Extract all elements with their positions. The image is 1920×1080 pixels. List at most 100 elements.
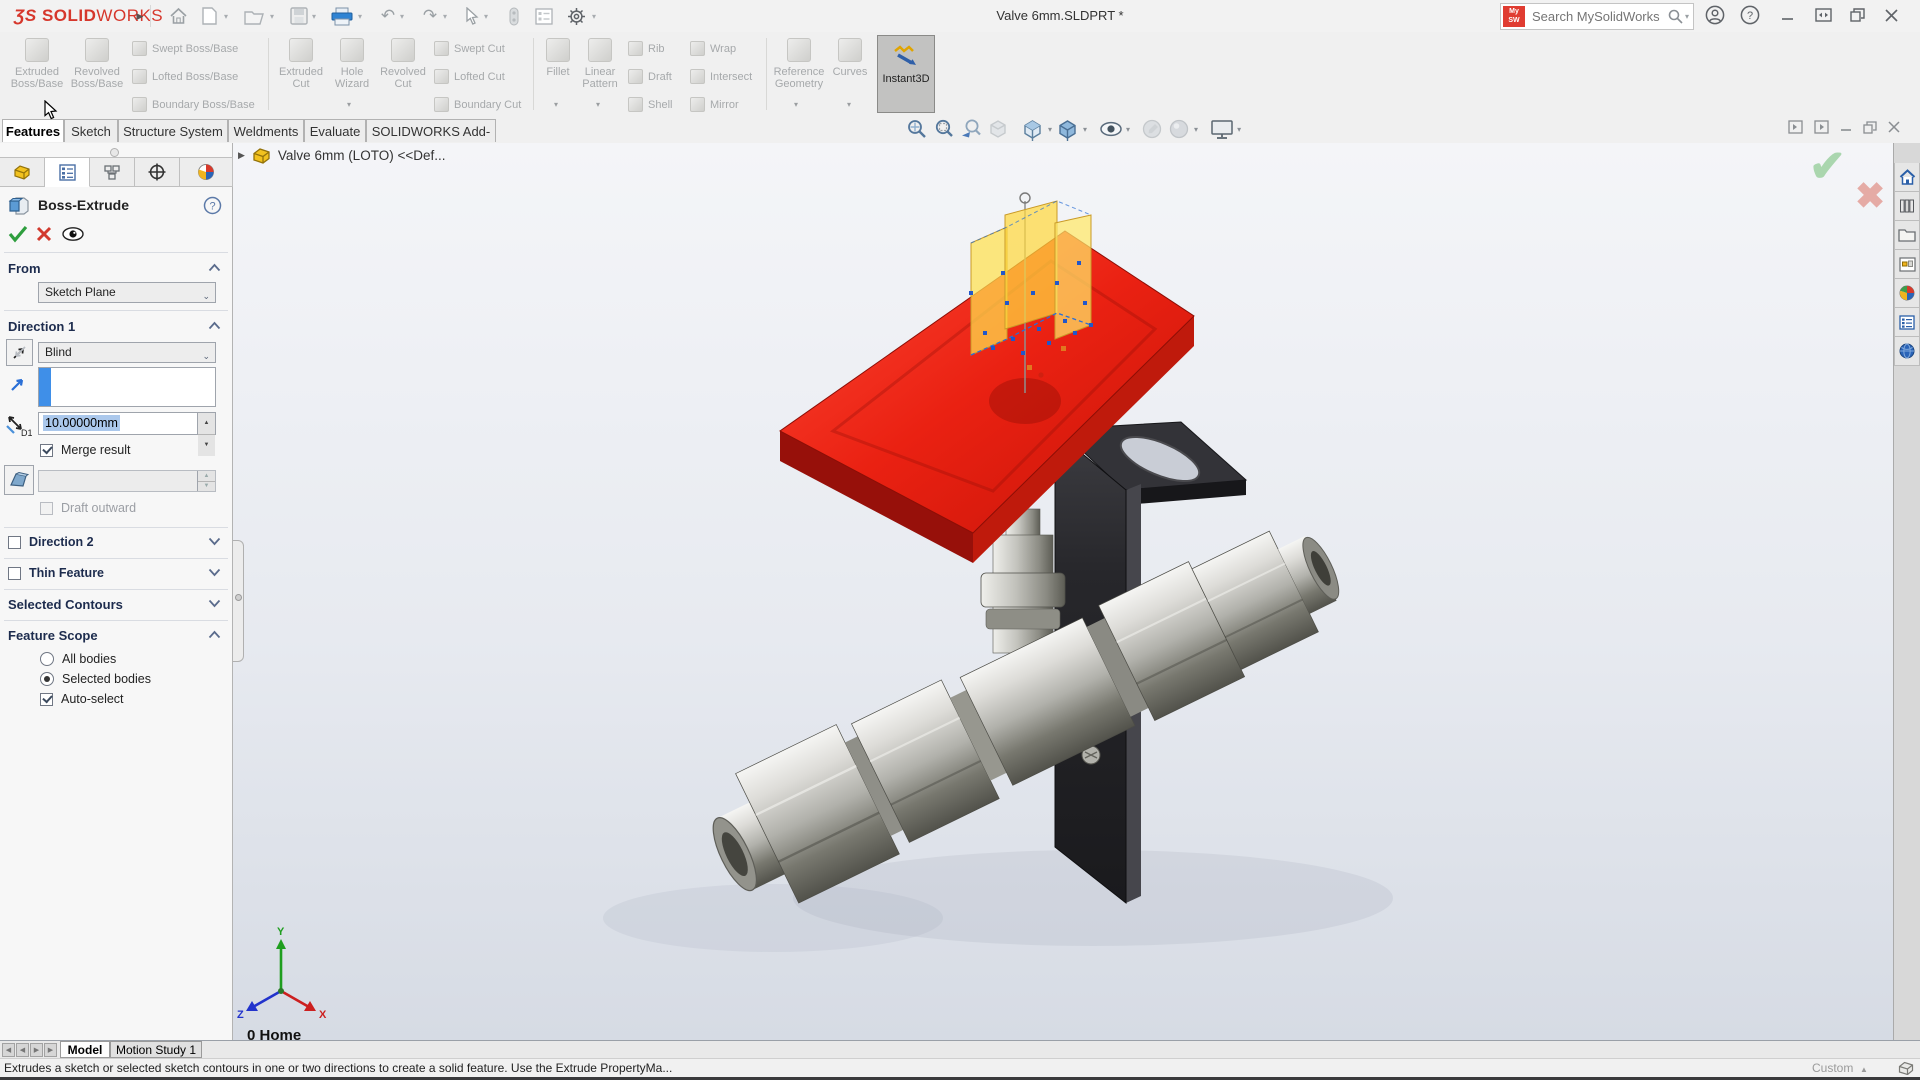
print-button[interactable] — [330, 4, 354, 28]
view-settings-caret[interactable]: ▾ — [1237, 125, 1241, 134]
feature-scope-section-header[interactable]: Feature Scope — [8, 628, 98, 643]
touch-mode-button[interactable] — [502, 4, 526, 28]
taskpane-forum-tab[interactable] — [1894, 337, 1920, 366]
draft-on-off-button[interactable] — [4, 465, 34, 495]
doc-close-icon[interactable] — [1888, 121, 1900, 133]
merge-result-row[interactable]: Merge result — [40, 443, 130, 457]
from-section-header[interactable]: From — [8, 261, 41, 276]
panel-splitter-grip[interactable] — [110, 148, 119, 157]
taskpane-appearances-tab[interactable] — [1894, 279, 1920, 308]
tab-evaluate[interactable]: Evaluate — [304, 119, 366, 142]
all-bodies-radio[interactable] — [40, 652, 54, 666]
ribbon-instant3d-button[interactable]: Instant3D — [877, 35, 935, 113]
search-box[interactable]: MySW ▾ — [1500, 3, 1694, 30]
ribbon-extruded-boss-button[interactable]: Extruded Boss/Base — [6, 37, 68, 90]
logo-flyout-arrow[interactable]: ▶ — [128, 4, 152, 28]
new-document-caret[interactable]: ▾ — [224, 12, 228, 21]
ribbon-boundary-cut-button[interactable]: Boundary Cut — [434, 97, 521, 112]
fillet-caret[interactable]: ▾ — [554, 100, 558, 109]
ribbon-wrap-button[interactable]: Wrap — [690, 41, 736, 56]
redo-button[interactable]: ↷ — [418, 4, 442, 28]
ribbon-rib-button[interactable]: Rib — [628, 41, 665, 56]
search-caret[interactable]: ▾ — [1685, 12, 1689, 21]
curves-caret[interactable]: ▾ — [847, 100, 851, 109]
ribbon-reference-geometry-button[interactable]: Reference Geometry — [770, 37, 828, 90]
search-icon[interactable] — [1668, 9, 1683, 24]
view-orientation-icon[interactable] — [1019, 117, 1046, 141]
thin-feature-section-header[interactable]: Thin Feature — [8, 566, 104, 580]
status-custom-label[interactable]: Custom ▲ — [1812, 1061, 1868, 1075]
graphics-viewport[interactable]: ▶ Valve 6mm (LOTO) <<Def... Y X Z ✔ ✖ 0 … — [233, 143, 1893, 1040]
spinner-down-icon[interactable]: ▼ — [198, 435, 215, 456]
all-bodies-row[interactable]: All bodies — [40, 652, 116, 666]
confirmation-corner-ok[interactable]: ✔ — [1809, 143, 1846, 192]
account-icon[interactable] — [1700, 0, 1730, 30]
tab-features[interactable]: Features — [2, 119, 64, 142]
linear-pattern-caret[interactable]: ▾ — [596, 100, 600, 109]
thin-feature-expand-chevron[interactable] — [208, 568, 222, 582]
span-displays-button[interactable] — [1808, 0, 1838, 30]
pm-help-icon[interactable]: ? — [203, 196, 222, 215]
pm-cancel-button[interactable] — [36, 226, 52, 242]
ribbon-swept-cut-button[interactable]: Swept Cut — [434, 41, 505, 56]
ribbon-revolved-cut-button[interactable]: Revolved Cut — [376, 37, 430, 90]
ribbon-hole-wizard-button[interactable]: Hole Wizard — [326, 37, 378, 90]
display-manager-tab[interactable] — [180, 157, 233, 187]
next-tab-button[interactable]: ▶ — [30, 1043, 43, 1057]
pane-right-icon[interactable] — [1814, 120, 1829, 134]
options-gear-button[interactable] — [564, 4, 588, 28]
doc-minimize-icon[interactable] — [1840, 121, 1852, 133]
minimize-button[interactable] — [1772, 0, 1802, 30]
ribbon-draft-button[interactable]: Draft — [628, 69, 672, 84]
thin-feature-checkbox[interactable] — [8, 566, 21, 580]
taskpane-home-tab[interactable] — [1894, 163, 1920, 192]
hide-show-items-icon[interactable] — [1097, 117, 1124, 141]
direction1-section-header[interactable]: Direction 1 — [8, 319, 75, 334]
last-tab-button[interactable]: ▶ — [44, 1043, 57, 1057]
options-caret[interactable]: ▾ — [592, 12, 596, 21]
ribbon-shell-button[interactable]: Shell — [628, 97, 672, 112]
select-caret[interactable]: ▾ — [484, 12, 488, 21]
ribbon-curves-button[interactable]: Curves — [828, 37, 872, 78]
zoom-to-fit-icon[interactable] — [903, 117, 930, 141]
pane-left-icon[interactable] — [1788, 120, 1803, 134]
print-caret[interactable]: ▾ — [358, 12, 362, 21]
propertymanager-tab[interactable] — [45, 157, 90, 187]
hide-show-items-caret[interactable]: ▾ — [1126, 125, 1130, 134]
ribbon-lofted-boss-button[interactable]: Lofted Boss/Base — [132, 69, 238, 84]
selected-contours-expand-chevron[interactable] — [208, 599, 222, 613]
doc-restore-icon[interactable] — [1863, 120, 1877, 134]
ribbon-linear-pattern-button[interactable]: Linear Pattern — [577, 37, 623, 90]
apply-scene-icon[interactable] — [1165, 117, 1192, 141]
open-caret[interactable]: ▾ — [270, 12, 274, 21]
new-document-button[interactable] — [197, 4, 221, 28]
selected-bodies-radio[interactable] — [40, 672, 54, 686]
feature-scope-collapse-chevron[interactable] — [208, 630, 222, 644]
zoom-to-area-icon[interactable] — [930, 117, 957, 141]
direction2-checkbox[interactable] — [8, 535, 21, 549]
from-collapse-chevron[interactable] — [208, 263, 222, 277]
restore-button[interactable] — [1842, 0, 1872, 30]
tab-structure-system[interactable]: Structure System — [118, 119, 228, 142]
save-button[interactable] — [287, 4, 311, 28]
properties-button[interactable] — [532, 4, 556, 28]
taskpane-view-palette-tab[interactable] — [1894, 250, 1920, 279]
spinner-up-icon[interactable]: ▲ — [198, 413, 215, 435]
selected-bodies-row[interactable]: Selected bodies — [40, 672, 151, 686]
ribbon-mirror-button[interactable]: Mirror — [690, 97, 739, 112]
auto-select-checkbox[interactable] — [40, 692, 53, 706]
ribbon-swept-boss-button[interactable]: Swept Boss/Base — [132, 41, 238, 56]
taskpane-file-explorer-tab[interactable] — [1894, 221, 1920, 250]
close-button[interactable] — [1876, 0, 1906, 30]
ribbon-revolved-boss-button[interactable]: Revolved Boss/Base — [66, 37, 128, 90]
configuration-manager-tab[interactable] — [90, 157, 135, 187]
direction1-collapse-chevron[interactable] — [208, 321, 222, 335]
selected-contours-section-header[interactable]: Selected Contours — [8, 597, 123, 612]
ribbon-intersect-button[interactable]: Intersect — [690, 69, 752, 84]
select-button[interactable] — [460, 4, 484, 28]
apply-scene-caret[interactable]: ▾ — [1194, 125, 1198, 134]
reverse-direction-button[interactable] — [6, 339, 33, 366]
view-orientation-caret[interactable]: ▾ — [1048, 125, 1052, 134]
save-caret[interactable]: ▾ — [312, 12, 316, 21]
ribbon-lofted-cut-button[interactable]: Lofted Cut — [434, 69, 505, 84]
